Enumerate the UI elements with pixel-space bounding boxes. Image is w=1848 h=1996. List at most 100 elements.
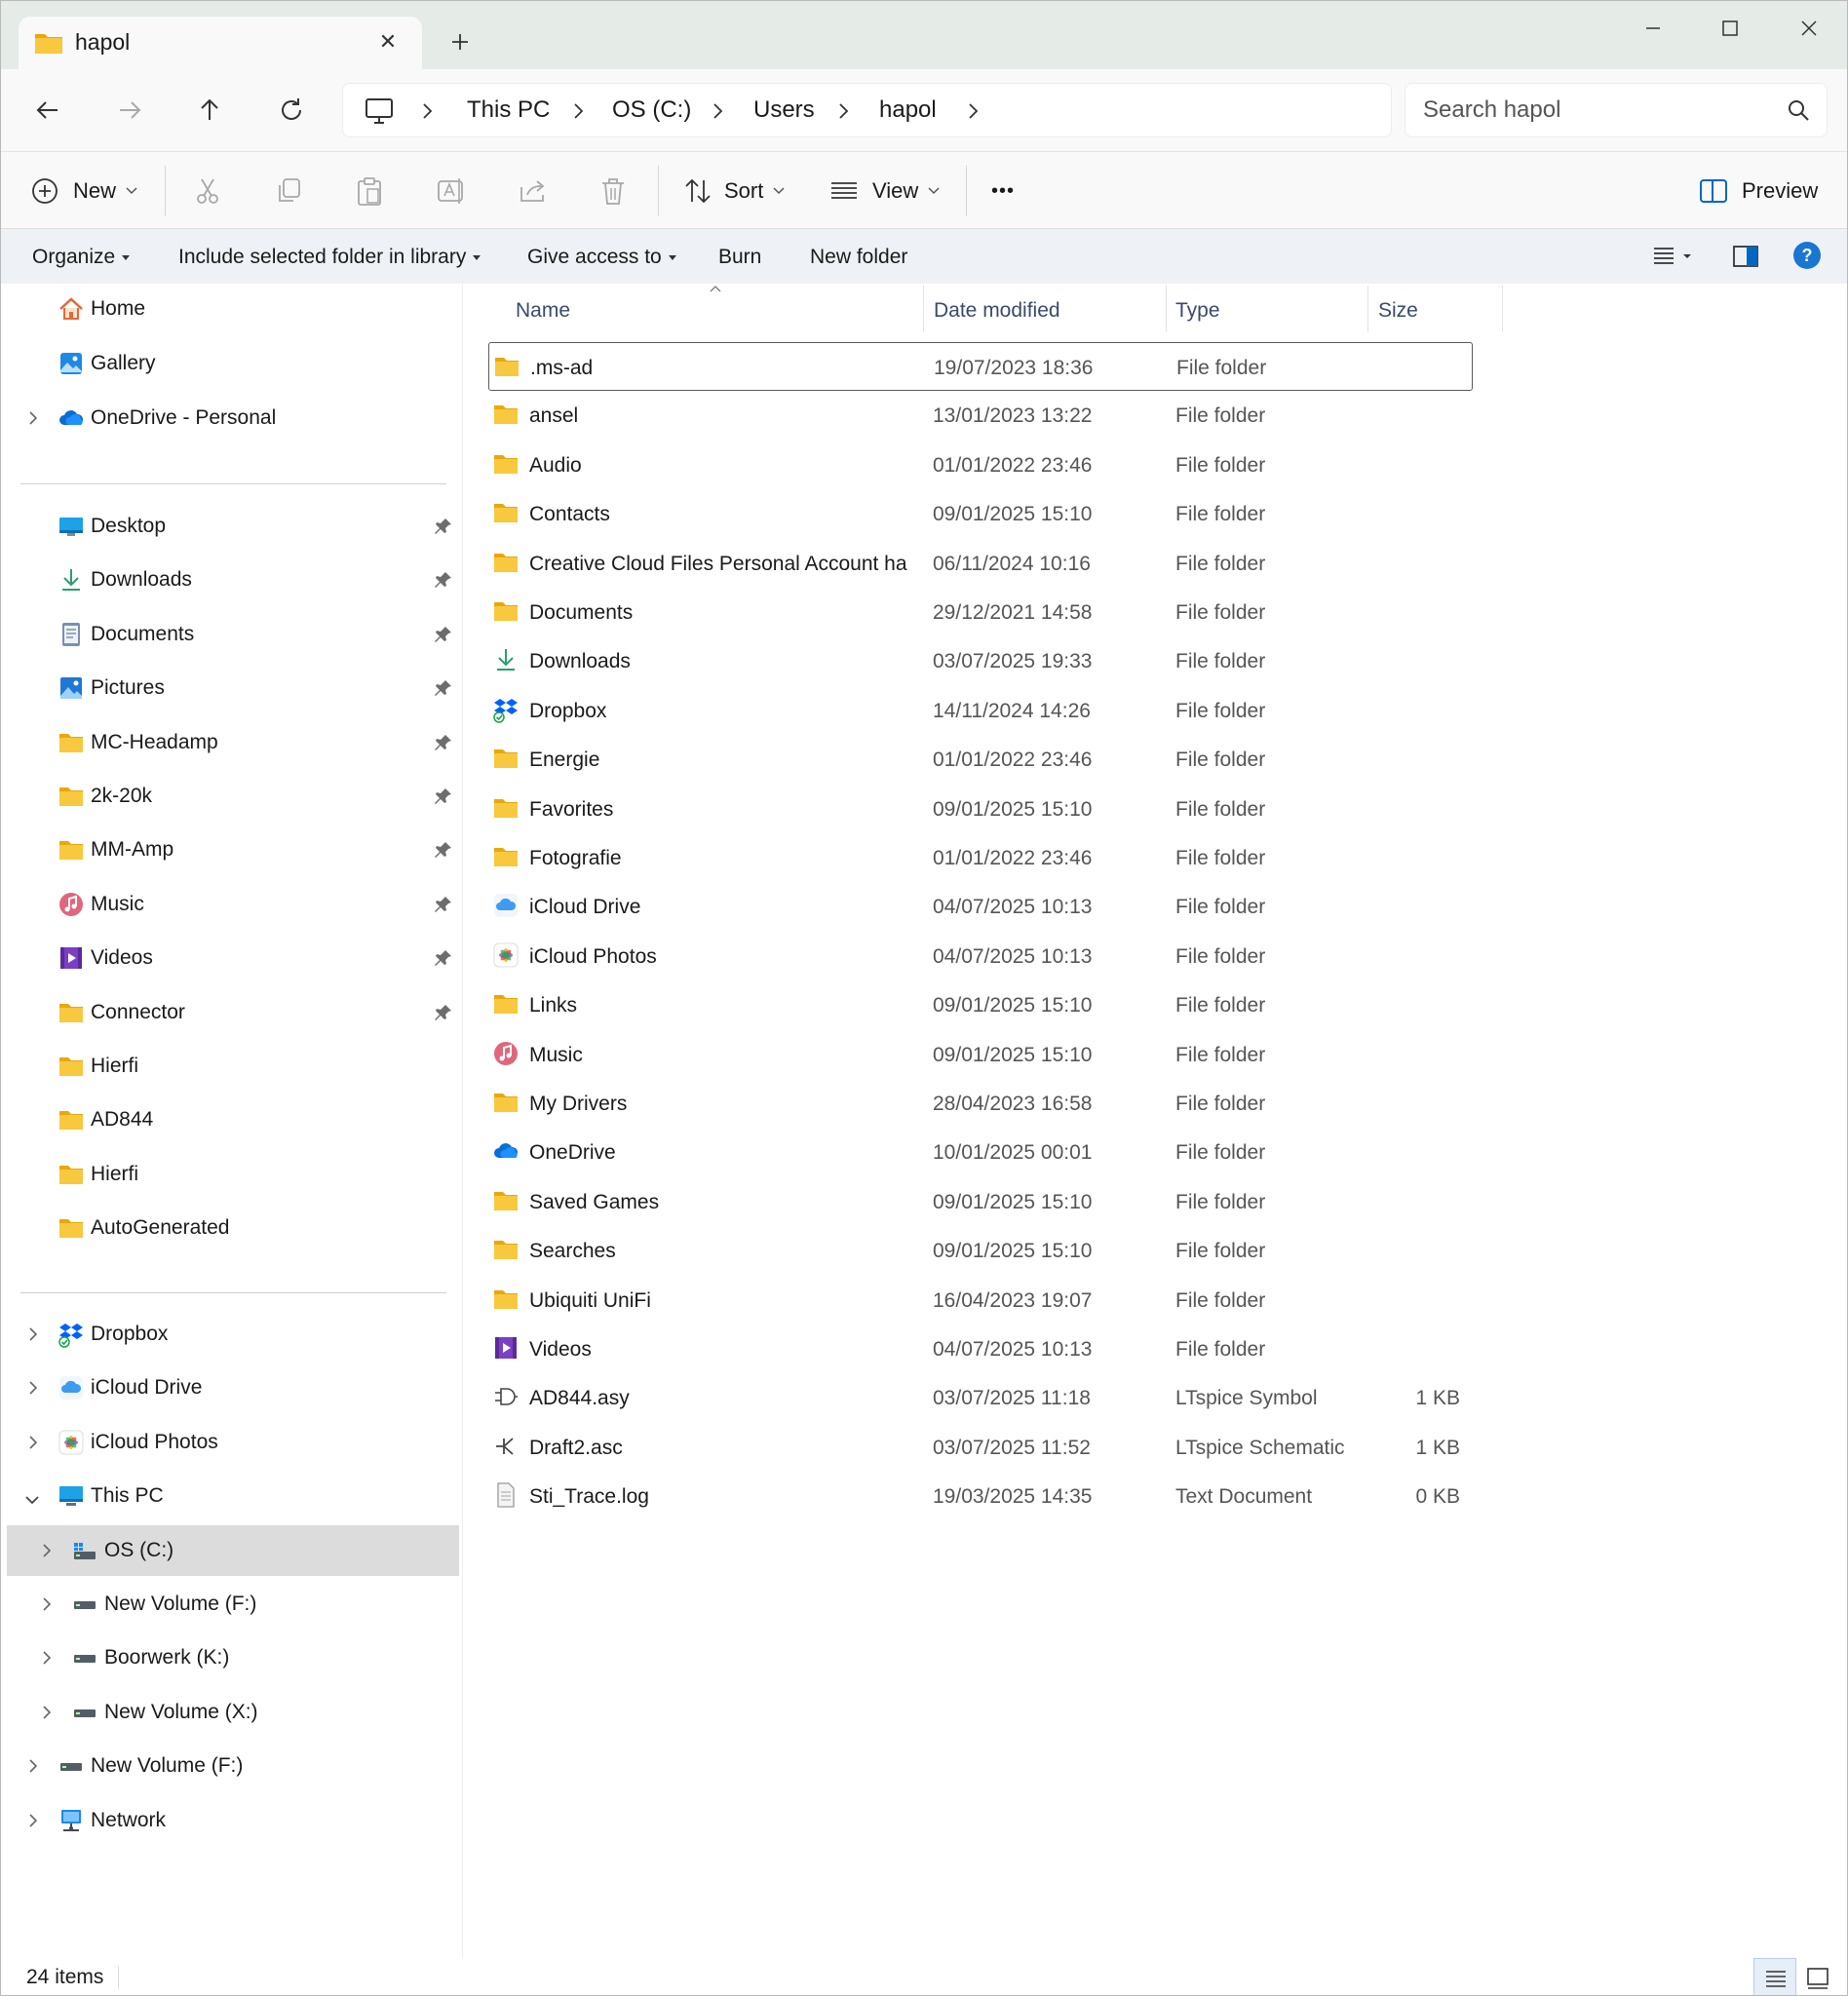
table-row[interactable]: iCloud Drive 04/07/2025 10:13 File folder: [488, 882, 1473, 931]
table-row[interactable]: Contacts 09/01/2025 15:10 File folder: [488, 489, 1473, 538]
table-row[interactable]: iCloud Photos 04/07/2025 10:13 File folder: [488, 932, 1473, 980]
table-row[interactable]: Dropbox 14/11/2024 14:26 File folder: [488, 686, 1473, 735]
chevron-right-icon[interactable]: [572, 101, 586, 126]
sidebar-item-2k-20k[interactable]: 2k-20k: [7, 771, 459, 822]
chevron-right-icon[interactable]: [26, 1756, 40, 1782]
forward-button[interactable]: [110, 91, 149, 130]
pin-icon[interactable]: [434, 948, 453, 974]
cut-button[interactable]: [192, 168, 223, 214]
table-row[interactable]: .ms-ad 19/07/2023 18:36 File folder: [488, 342, 1473, 391]
table-row[interactable]: Videos 04/07/2025 10:13 File folder: [488, 1324, 1473, 1373]
tab-hapol[interactable]: hapol ✕: [19, 17, 422, 71]
table-row[interactable]: My Drivers 28/04/2023 16:58 File folder: [488, 1079, 1473, 1128]
chevron-right-icon[interactable]: [421, 101, 435, 126]
chevron-right-icon[interactable]: [26, 1811, 40, 1836]
chevron-right-icon[interactable]: [967, 101, 981, 126]
search-box[interactable]: [1405, 83, 1828, 137]
sidebar-item-autogenerated[interactable]: AutoGenerated: [7, 1203, 459, 1253]
pin-icon[interactable]: [434, 1003, 453, 1028]
sidebar-item-pictures[interactable]: Pictures: [7, 663, 459, 713]
breadcrumb[interactable]: This PC OS (C:) Users hapol: [342, 83, 1392, 137]
table-row[interactable]: Fotografie 01/01/2022 23:46 File folder: [488, 833, 1473, 882]
breadcrumb-this-pc[interactable]: This PC: [467, 96, 550, 124]
pin-icon[interactable]: [434, 733, 453, 758]
table-row[interactable]: Sti_Trace.log 19/03/2025 14:35 Text Docume…: [488, 1472, 1473, 1520]
table-row[interactable]: OneDrive 10/01/2025 00:01 File folder: [488, 1128, 1473, 1176]
this-pc-icon[interactable]: [365, 97, 394, 130]
sort-button-label[interactable]: Sort: [724, 168, 787, 214]
sidebar-item-ad844[interactable]: AD844: [7, 1094, 459, 1145]
share-button[interactable]: [518, 168, 549, 214]
sidebar-item-this-pc[interactable]: This PC: [7, 1471, 459, 1521]
table-row[interactable]: Draft2.asc 03/07/2025 11:52 LTspice Schema…: [488, 1423, 1473, 1472]
table-row[interactable]: Energie 01/01/2022 23:46 File folder: [488, 735, 1473, 784]
sidebar-item-dropbox[interactable]: Dropbox: [7, 1309, 459, 1360]
copy-button[interactable]: [274, 168, 305, 214]
chevron-right-icon[interactable]: [26, 1433, 40, 1458]
sidebar-item-connector[interactable]: Connector: [7, 987, 459, 1038]
minimize-button[interactable]: [1623, 11, 1681, 46]
sidebar-item-new-volume-x[interactable]: New Volume (X:): [7, 1687, 459, 1738]
give-access-menu[interactable]: Give access to: [527, 246, 676, 269]
chevron-right-icon[interactable]: [40, 1541, 54, 1566]
sidebar-item-home[interactable]: Home: [7, 284, 459, 334]
pin-icon[interactable]: [434, 787, 453, 812]
sidebar-item-new-volume-f[interactable]: New Volume (F:): [7, 1579, 459, 1630]
large-icons-view-button[interactable]: [1796, 1958, 1839, 1995]
sidebar-item-mm-amp[interactable]: MM-Amp: [7, 825, 459, 875]
navigation-pane[interactable]: Home Gallery OneDrive - Personal Desktop Dow…: [1, 284, 463, 1958]
breadcrumb-hapol[interactable]: hapol: [879, 96, 937, 124]
sidebar-item-hierfi[interactable]: Hierfi: [7, 1149, 459, 1200]
sidebar-item-icloud-photos[interactable]: iCloud Photos: [7, 1417, 459, 1468]
sidebar-item-desktop[interactable]: Desktop: [7, 501, 459, 552]
sidebar-item-network[interactable]: Network: [7, 1795, 459, 1846]
sidebar-item-os-c[interactable]: OS (C:): [7, 1524, 459, 1576]
table-row[interactable]: Saved Games 09/01/2025 15:10 File folder: [488, 1177, 1473, 1226]
paste-button[interactable]: [354, 168, 385, 214]
pin-icon[interactable]: [434, 678, 453, 704]
change-view-button[interactable]: [1652, 243, 1691, 276]
search-icon[interactable]: [1786, 97, 1811, 128]
sidebar-item-boorwerk-k[interactable]: Boorwerk (K:): [7, 1632, 459, 1683]
column-header-date[interactable]: Date modifiedDate modified: [924, 284, 1166, 332]
breadcrumb-users[interactable]: Users: [753, 96, 815, 124]
sort-button[interactable]: [683, 168, 712, 214]
details-view-button[interactable]: [1753, 1958, 1796, 1995]
rename-button[interactable]: [436, 168, 467, 214]
up-button[interactable]: [190, 91, 229, 130]
column-header-name[interactable]: Name: [464, 284, 924, 332]
view-button[interactable]: View: [829, 168, 942, 214]
chevron-down-icon[interactable]: [22, 1489, 42, 1513]
sidebar-item-onedrive-personal[interactable]: OneDrive - Personal: [7, 393, 459, 443]
chevron-right-icon[interactable]: [26, 1324, 40, 1350]
new-tab-button[interactable]: [444, 26, 476, 58]
sidebar-item-music[interactable]: Music: [7, 879, 459, 930]
organize-menu[interactable]: Organize: [32, 246, 131, 269]
delete-button[interactable]: [597, 168, 629, 214]
more-options-button[interactable]: •••: [991, 168, 1015, 214]
preview-button[interactable]: Preview: [1699, 168, 1818, 214]
table-row[interactable]: Searches 09/01/2025 15:10 File folder: [488, 1226, 1473, 1275]
table-row[interactable]: Documents 29/12/2021 14:58 File folder: [488, 588, 1473, 636]
sidebar-item-documents[interactable]: Documents: [7, 609, 459, 660]
chevron-right-icon[interactable]: [40, 1648, 54, 1673]
table-row[interactable]: Audio 01/01/2022 23:46 File folder: [488, 441, 1473, 489]
sidebar-item-mc-headamp[interactable]: MC-Headamp: [7, 717, 459, 768]
breadcrumb-os-c[interactable]: OS (C:): [612, 96, 691, 124]
sidebar-item-hierfi[interactable]: Hierfi: [7, 1041, 459, 1092]
table-row[interactable]: Links 09/01/2025 15:10 File folder: [488, 980, 1473, 1029]
pin-icon[interactable]: [434, 517, 453, 542]
chevron-right-icon[interactable]: [26, 1378, 40, 1403]
table-row[interactable]: Music 09/01/2025 15:10 File folder: [488, 1030, 1473, 1079]
sidebar-item-videos[interactable]: Videos: [7, 933, 459, 983]
pin-icon[interactable]: [434, 840, 453, 865]
table-row[interactable]: Downloads 03/07/2025 19:33 File folder: [488, 636, 1473, 685]
chevron-right-icon[interactable]: [40, 1703, 54, 1728]
pin-icon[interactable]: [434, 625, 453, 650]
table-row[interactable]: AD844.asy 03/07/2025 11:18 LTspice Symbol 1…: [488, 1373, 1473, 1422]
new-button[interactable]: New: [30, 168, 139, 214]
chevron-right-icon[interactable]: [40, 1594, 54, 1620]
table-row[interactable]: Ubiquiti UniFi 16/04/2023 19:07 File folde…: [488, 1276, 1473, 1324]
table-row[interactable]: ansel 13/01/2023 13:22 File folder: [488, 391, 1473, 440]
chevron-right-icon[interactable]: [712, 101, 725, 126]
